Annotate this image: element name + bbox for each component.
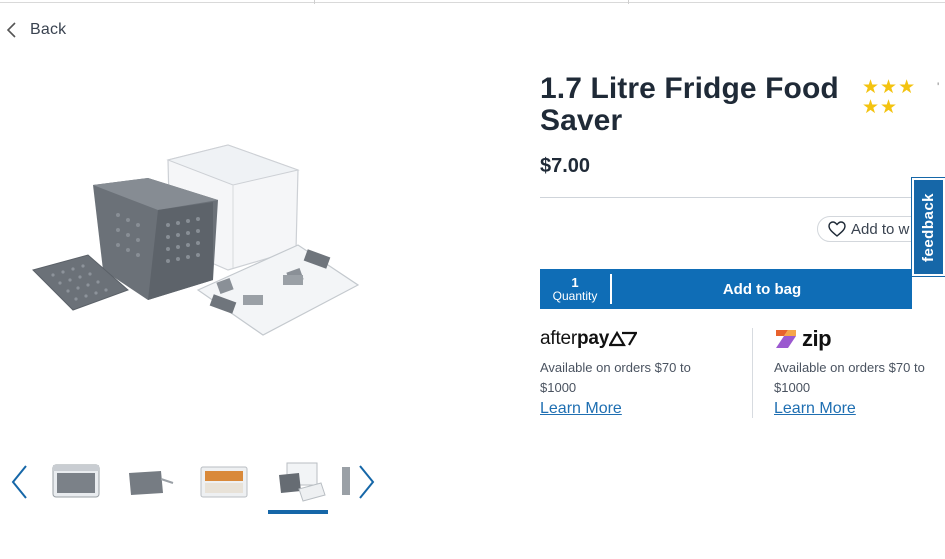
thumbnail-carousel	[0, 455, 400, 525]
add-to-bag-button[interactable]: Add to bag	[612, 269, 912, 309]
star-icon: ★	[862, 97, 881, 118]
zip-logo-icon	[776, 330, 796, 348]
heart-icon	[828, 221, 846, 237]
star-icon: ★	[898, 77, 917, 98]
top-border-tick	[628, 0, 629, 4]
thumbnail-partial[interactable]	[338, 459, 352, 503]
product-title: 1.7 Litre Fridge Food Saver	[540, 72, 839, 137]
star-icon: ★	[880, 77, 899, 98]
edge-marker: '	[937, 80, 940, 94]
active-thumbnail-indicator	[268, 510, 328, 514]
product-price: $7.00	[540, 155, 591, 177]
back-button[interactable]: Back	[4, 20, 66, 40]
product-main-image[interactable]	[28, 140, 363, 365]
carousel-prev-arrow-icon[interactable]	[8, 463, 32, 501]
feedback-tab[interactable]: feedback	[911, 177, 945, 277]
afterpay-option: afterpay Available on orders $70 to $100…	[540, 326, 720, 418]
rating-stars[interactable]: ★★★ ★★	[862, 78, 924, 118]
back-label: Back	[30, 21, 67, 38]
thumbnail-container-food[interactable]	[195, 459, 253, 503]
thumbnail-container-open[interactable]	[269, 459, 327, 503]
afterpay-brand-suffix: pay	[577, 328, 610, 349]
afterpay-learn-more-link[interactable]: Learn More	[540, 400, 622, 418]
feedback-label: feedback	[920, 192, 938, 262]
zip-learn-more-link[interactable]: Learn More	[774, 400, 856, 418]
quantity-selector[interactable]: 1 Quantity	[540, 269, 610, 309]
afterpay-description: Available on orders $70 to $1000	[540, 360, 691, 395]
zip-brand: zip	[802, 326, 832, 351]
chevron-left-icon	[6, 22, 16, 38]
zip-description: Available on orders $70 to $1000	[774, 360, 925, 395]
afterpay-arrows-icon	[609, 331, 638, 347]
payment-divider	[752, 328, 753, 418]
top-border	[0, 0, 945, 4]
quantity-label: Quantity	[552, 288, 598, 303]
thumbnail-basket-side[interactable]	[121, 459, 179, 503]
quantity-value: 1	[571, 274, 579, 290]
star-icon: ★	[880, 97, 899, 118]
zip-logo: zip	[774, 326, 945, 352]
star-icon: ★	[862, 77, 881, 98]
top-border-tick	[314, 0, 315, 4]
wishlist-label: Add to w	[851, 220, 910, 238]
add-to-bag-bar: 1 Quantity Add to bag	[540, 269, 912, 309]
divider	[540, 197, 945, 198]
carousel-next-arrow-icon[interactable]	[354, 463, 378, 501]
afterpay-logo: afterpay	[540, 326, 720, 352]
thumbnail-closed-container[interactable]	[47, 459, 105, 503]
zip-option: zip Available on orders $70 to $1000 Lea…	[774, 326, 945, 418]
afterpay-brand-prefix: after	[540, 328, 578, 349]
